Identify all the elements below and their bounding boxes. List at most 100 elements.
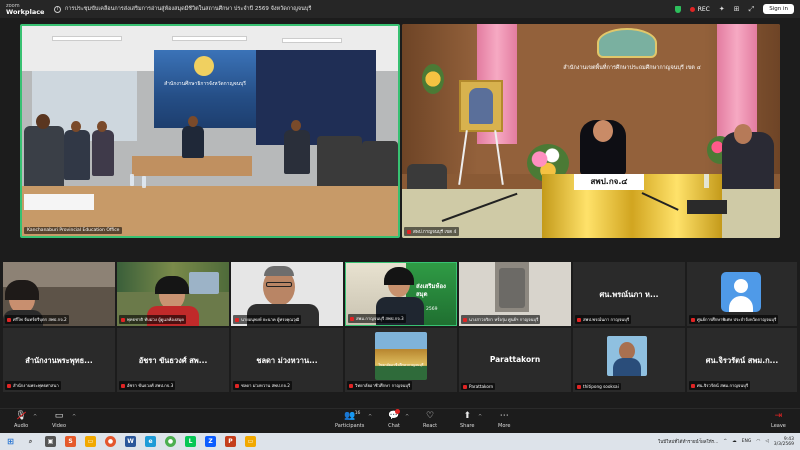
participant-name-label: ศรีไพ จันทร์ตรีบุตร สพป.กจ.2 <box>5 315 69 324</box>
chrome-icon[interactable]: ● <box>165 436 176 447</box>
scene-bottle <box>142 176 146 188</box>
lang-indicator[interactable]: ENG <box>742 439 752 444</box>
audio-button[interactable]: 🎙 Audio <box>14 411 28 429</box>
mic-muted-icon <box>577 385 581 389</box>
firefox-icon[interactable]: ● <box>105 436 116 447</box>
office-title: สำนักงานเขตพื้นที่การศึกษาประถมศึกษากาญจ… <box>563 65 701 71</box>
scene-head <box>188 116 198 127</box>
more-dots-icon: ⋯ <box>499 411 509 421</box>
clock[interactable]: 9:43 3/3/2569 <box>774 437 794 447</box>
video-tile-main-left[interactable]: สำนักงานศึกษาธิการจังหวัดกาญจนบุรี Kanch… <box>20 24 400 238</box>
participant-hair <box>155 276 189 294</box>
video-tile-main-right[interactable]: สำนักงานเขตพื้นที่การศึกษาประถมศึกษากาญจ… <box>402 24 780 238</box>
meeting-info-icon[interactable]: i <box>54 5 61 13</box>
scene-bottle <box>704 174 709 188</box>
participant-name-label: สพม.กาญจนบุรี สพป.กจ.3 <box>348 314 406 323</box>
mic-muted-icon <box>691 318 695 322</box>
share-button[interactable]: ⬆ Share <box>460 411 474 429</box>
apps-icon[interactable]: ✦ <box>719 5 725 13</box>
scene-head <box>291 120 301 131</box>
participant-name-label: นายอนุพงษ์ ยะนาค ผู้ทรงคุณวุฒิ <box>233 315 302 324</box>
task-view-icon[interactable]: ▣ <box>45 436 56 447</box>
word-icon[interactable]: W <box>125 436 136 447</box>
cloud-icon[interactable]: ☁ <box>732 439 737 444</box>
share-screen-icon: ⬆ <box>463 411 471 421</box>
avatar-head <box>734 279 748 293</box>
gallery-tile[interactable]: thitipong sooksai <box>573 328 685 392</box>
participants-label: Participants <box>335 423 365 429</box>
line-icon[interactable]: L <box>185 436 196 447</box>
participant-name: นายอนุพงษ์ ยะนาค ผู้ทรงคุณวุฒิ <box>241 317 300 322</box>
participant-body <box>613 358 641 376</box>
gallery-tile[interactable]: วิทยาลัยอาชีวศึกษากาญจนบุรี วิทยาลัยอาชี… <box>345 328 457 392</box>
participant-display-name: อัชรา ขันธวงศ์ สพ... <box>138 356 208 365</box>
gallery-tile[interactable]: ชลดา ม่วงหวาน... ชลดา ม่วงหวาน สพป.กจ.2 <box>231 328 343 392</box>
volume-icon[interactable]: ◁ <box>765 439 768 444</box>
participant-display-name: สำนักงานพระพุทธ... <box>25 356 93 365</box>
mic-muted-icon <box>235 318 239 322</box>
clock-date: 3/3/2569 <box>773 441 794 447</box>
gallery-tile[interactable]: นางสาวจริยา หรั่งกุ่ม ศูนย์ฯ กาญจนบุรี <box>459 262 571 326</box>
gallery-tile[interactable]: นายอนุพงษ์ ยะนาค ผู้ทรงคุณวุฒิ <box>231 262 343 326</box>
share-options-chevron-icon[interactable]: ^ <box>478 414 482 420</box>
participant-name-label: ชลดา ม่วงหวาน สพป.กจ.2 <box>233 381 292 390</box>
gallery-tile[interactable]: ศน.จิรวรัตน์ สพม.ก... ศน.จิรวรัตน์ สพม.ก… <box>687 328 797 392</box>
default-avatar-icon <box>721 272 761 312</box>
emblem-icon <box>597 28 657 58</box>
video-button[interactable]: ▭ Video <box>52 411 66 429</box>
video-label: Video <box>52 423 67 429</box>
rec-label: REC <box>697 5 710 13</box>
search-icon[interactable]: ⌕ <box>25 436 36 447</box>
participants-button[interactable]: 👥 16 Participants <box>335 411 364 429</box>
recording-indicator[interactable]: REC <box>689 5 710 13</box>
app-s-icon[interactable]: S <box>65 436 76 447</box>
gallery-tile[interactable]: สำนักงานพระพุทธ... สำนักงานพระพุทธศาสนา <box>3 328 115 392</box>
scene-head <box>97 121 107 132</box>
participant-name-label: Parattakorn <box>461 383 496 390</box>
shield-icon[interactable] <box>674 5 681 13</box>
gallery-tile[interactable]: ศน.พรณ์นภา ห... สพป.พรณ์นภา กาญจนบุรี <box>573 262 685 326</box>
view-grid-icon[interactable]: ⊞ <box>734 5 740 13</box>
brand-bottom: Workplace <box>6 8 45 16</box>
participants-options-chevron-icon[interactable]: ^ <box>368 414 372 420</box>
profile-picture <box>607 336 647 376</box>
profile-picture: วิทยาลัยอาชีวศึกษากาญจนบุรี <box>375 332 427 380</box>
wall-poster <box>189 272 219 294</box>
react-button[interactable]: ♡ React <box>423 411 437 429</box>
chevron-up-icon[interactable]: ^ <box>723 439 727 444</box>
participant-display-name: ศน.พรณ์นภา ห... <box>599 290 659 299</box>
powerpoint-icon[interactable]: P <box>225 436 236 447</box>
chat-button[interactable]: 💬 Chat <box>388 409 400 429</box>
system-tray: ในปีใหม่ที่ได้ทำรายนำ้ผลให้ร... ^ ☁ ENG … <box>658 437 800 447</box>
portrait-figure <box>469 88 493 124</box>
file-explorer-icon[interactable]: ▭ <box>85 436 96 447</box>
participants-icon: 👥 16 <box>344 411 361 421</box>
zoom-taskbar-icon[interactable]: Z <box>205 436 216 447</box>
gallery-tile-active[interactable]: ส่งเสริมห้องสมุด 2569 สพม.กาญจนบุรี สพป.… <box>345 262 457 326</box>
gallery-tile[interactable]: Parattakorn Parattakorn <box>459 328 571 392</box>
gallery-tile[interactable]: ศรีไพ จันทร์ตรีบุตร สพป.กจ.2 <box>3 262 115 326</box>
folder-icon[interactable]: ▭ <box>245 436 256 447</box>
leave-button[interactable]: ⇥ Leave <box>771 411 786 429</box>
more-button[interactable]: ⋯ More <box>498 411 510 429</box>
scene-curtain <box>256 50 376 145</box>
participant-name: ชลดา ม่วงหวาน สพป.กจ.2 <box>241 383 290 388</box>
participant-name: สพป.กาญจนบุรี เขต 4 <box>413 230 457 235</box>
scene-portrait <box>459 80 503 132</box>
wifi-icon[interactable]: ◠ <box>756 439 760 444</box>
gallery-tile[interactable]: อัชรา ขันธวงศ์ สพ... อัชรา ขันธวงศ์ สพป.… <box>117 328 229 392</box>
gallery-tile[interactable]: พุทธชาติ ทับม่วง ผู้ดูแลห้องสมุด <box>117 262 229 326</box>
scene-head <box>734 124 752 144</box>
scene-head <box>71 121 81 132</box>
audio-options-chevron-icon[interactable]: ^ <box>33 414 37 420</box>
banner-text: สำนักงานศึกษาธิการจังหวัดกาญจนบุรี <box>164 81 246 87</box>
sign-in-button[interactable]: Sign in <box>763 4 794 14</box>
gallery-tile[interactable]: ศูนย์การศึกษาพิเศษ ประจำจังหวัดกาญจนบุรี <box>687 262 797 326</box>
news-notification[interactable]: ในปีใหม่ที่ได้ทำรายนำ้ผลให้ร... <box>658 438 718 445</box>
windows-start-icon[interactable]: ⊞ <box>5 436 16 447</box>
participant-name: Parattakorn <box>469 384 494 389</box>
chat-options-chevron-icon[interactable]: ^ <box>405 414 409 420</box>
fullscreen-icon[interactable]: ⤢ <box>749 5 755 13</box>
edge-icon[interactable]: e <box>145 436 156 447</box>
video-options-chevron-icon[interactable]: ^ <box>72 414 76 420</box>
